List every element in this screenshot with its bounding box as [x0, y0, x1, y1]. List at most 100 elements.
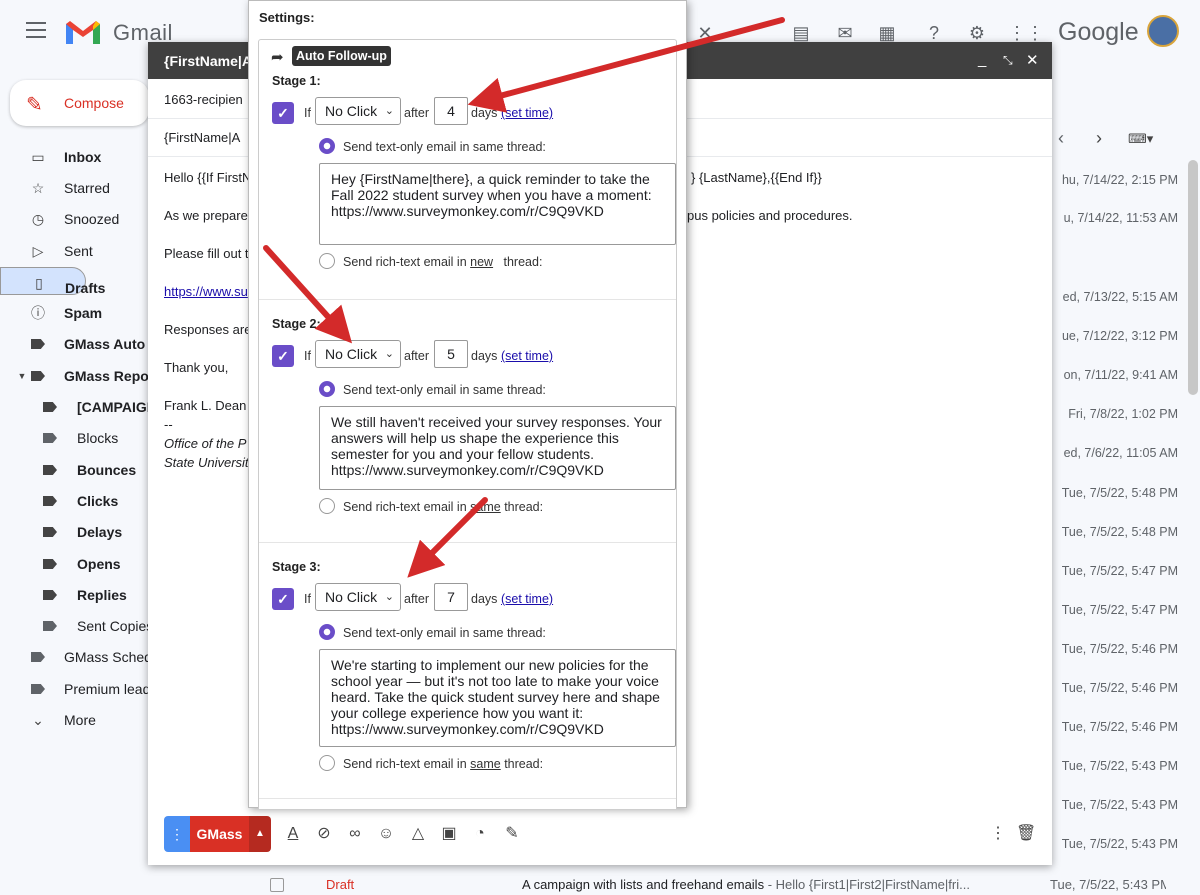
text-only-label: Send text-only email in same thread:: [343, 383, 546, 397]
label-icon: [30, 368, 46, 384]
text-only-radio[interactable]: [319, 624, 335, 640]
days-input[interactable]: 4: [434, 97, 468, 125]
rich-text-radio[interactable]: [319, 253, 335, 269]
text-only-radio[interactable]: [319, 138, 335, 154]
minimize-icon[interactable]: _: [978, 51, 986, 68]
rich-text-label: Send rich-text email in new thread:: [343, 255, 542, 269]
signature-office[interactable]: Office of the P: [164, 436, 246, 451]
discard-trash-icon[interactable]: 🗑: [1016, 824, 1036, 844]
condition-select[interactable]: No Click ⌄: [315, 97, 401, 125]
link-icon[interactable]: ∞: [345, 824, 365, 844]
attach-icon[interactable]: ⊘: [314, 824, 334, 844]
body-paragraph-3[interactable]: Responses are: [164, 322, 251, 337]
rich-text-suffix: thread:: [493, 255, 543, 269]
followup-message-textarea[interactable]: Hey {FirstName|there}, a quick reminder …: [319, 163, 676, 245]
if-label: If: [304, 106, 311, 120]
photo-icon[interactable]: ▣: [439, 824, 459, 844]
confidential-icon[interactable]: ◔: [470, 824, 490, 844]
settings-gear-icon[interactable]: ⚙: [966, 22, 988, 44]
sidebar-item-label: Sent: [64, 243, 93, 259]
recipients-field[interactable]: 1663-recipien: [164, 92, 243, 107]
sidebar-item-label: Opens: [77, 556, 121, 572]
stage-checkbox[interactable]: ✓: [272, 102, 294, 124]
gmass-options-button[interactable]: ⋮: [164, 816, 190, 852]
scrollbar[interactable]: [1188, 160, 1198, 395]
days-input[interactable]: 5: [434, 340, 468, 368]
draft-email-row[interactable]: Draft A campaign with lists and freehand…: [270, 875, 1200, 895]
more-options-icon[interactable]: ⋮: [988, 824, 1008, 844]
signature-university[interactable]: State Universit: [164, 455, 249, 470]
stage-label: Stage 1:: [272, 74, 321, 88]
label-icon: [42, 430, 58, 446]
next-page-icon[interactable]: ›: [1096, 128, 1102, 149]
prev-page-icon[interactable]: ‹: [1058, 128, 1064, 149]
help-icon[interactable]: ?: [923, 22, 945, 44]
label-icon: [42, 587, 58, 603]
expand-icon[interactable]: ⤡: [1003, 53, 1013, 68]
gmail-logo[interactable]: [64, 18, 102, 46]
set-time-link[interactable]: (set time): [501, 592, 553, 606]
auto-followup-badge[interactable]: Auto Follow-up: [292, 46, 391, 66]
stage-label: Stage 2:: [272, 317, 321, 331]
signature-separator: --: [164, 417, 173, 432]
stage-divider: [259, 299, 676, 300]
body-greeting-right[interactable]: } {LastName},{{End If}}: [691, 170, 822, 185]
sidebar-item-label: Starred: [64, 180, 110, 196]
thread-mode: new: [470, 255, 494, 269]
emoji-icon[interactable]: ☺: [376, 824, 396, 844]
body-greeting[interactable]: Hello {{If FirstN: [164, 170, 251, 185]
signature-icon[interactable]: ✎: [502, 824, 522, 844]
sidebar-item-label: Sent Copies: [77, 618, 154, 634]
close-icon[interactable]: ✕: [1026, 51, 1039, 69]
sidebar-item-label: Inbox: [64, 149, 102, 165]
stage-checkbox[interactable]: ✓: [272, 588, 294, 610]
subject-field[interactable]: {FirstName|A: [164, 130, 240, 145]
body-paragraph-2[interactable]: Please fill out t: [164, 246, 249, 261]
body-signoff[interactable]: Thank you,: [164, 360, 228, 375]
gmass-envelope-icon[interactable]: ✉: [834, 22, 856, 44]
drive-icon[interactable]: △: [408, 824, 428, 844]
close-search-icon[interactable]: ✕: [694, 22, 716, 44]
draft-subject: A campaign with lists and freehand email…: [522, 877, 765, 892]
draft-icon: ▯: [35, 275, 43, 291]
survey-link[interactable]: https://www.su: [164, 284, 248, 299]
keyboard-icon[interactable]: ⌨▾: [1128, 131, 1153, 147]
formatting-icon[interactable]: A: [283, 824, 303, 844]
gmass-settings-arrow[interactable]: ▲: [249, 816, 271, 852]
if-label: If: [304, 592, 311, 606]
rich-text-radio[interactable]: [319, 498, 335, 514]
gmass-spreadsheet-icon[interactable]: ▤: [790, 22, 812, 44]
condition-select[interactable]: No Click ⌄: [315, 583, 401, 611]
thread-mode: same: [470, 757, 501, 771]
label-icon: [30, 336, 46, 352]
body-paragraph-1[interactable]: As we prepare: [164, 208, 248, 223]
thread-mode: same: [470, 500, 501, 514]
rich-text-prefix: Send rich-text email in: [343, 255, 471, 269]
inbox-icon: ▭: [31, 149, 45, 165]
compose-button[interactable]: ✎ Compose: [10, 80, 149, 126]
after-label: after: [404, 349, 430, 363]
gmass-dashboard-icon[interactable]: ▦: [876, 22, 898, 44]
account-avatar[interactable]: [1147, 15, 1179, 47]
row-checkbox[interactable]: [270, 878, 284, 892]
stage-checkbox[interactable]: ✓: [272, 345, 294, 367]
main-menu-icon[interactable]: [26, 22, 46, 38]
send-icon: ▷: [32, 243, 44, 259]
followup-message-textarea[interactable]: We're starting to implement our new poli…: [319, 649, 676, 747]
signature-name[interactable]: Frank L. Dean: [164, 398, 246, 413]
apps-grid-icon[interactable]: ⋮⋮: [1008, 22, 1044, 44]
gmass-send-button[interactable]: GMass: [190, 816, 249, 852]
forward-arrow-icon: ➦: [271, 49, 284, 66]
days-input[interactable]: 7: [434, 583, 468, 611]
rich-text-radio[interactable]: [319, 755, 335, 771]
expand-caret-icon[interactable]: ▼: [14, 368, 30, 384]
set-time-link[interactable]: (set time): [501, 349, 553, 363]
settings-heading: Settings:: [259, 10, 315, 25]
body-paragraph-1-right[interactable]: pus policies and procedures.: [687, 208, 853, 223]
condition-select[interactable]: No Click ⌄: [315, 340, 401, 368]
clock-icon: ◷: [31, 211, 45, 227]
text-only-radio[interactable]: [319, 381, 335, 397]
sidebar-item-drafts[interactable]: ▯ Drafts: [0, 267, 105, 296]
followup-message-textarea[interactable]: We still haven't received your survey re…: [319, 406, 676, 490]
set-time-link[interactable]: (set time): [501, 106, 553, 120]
